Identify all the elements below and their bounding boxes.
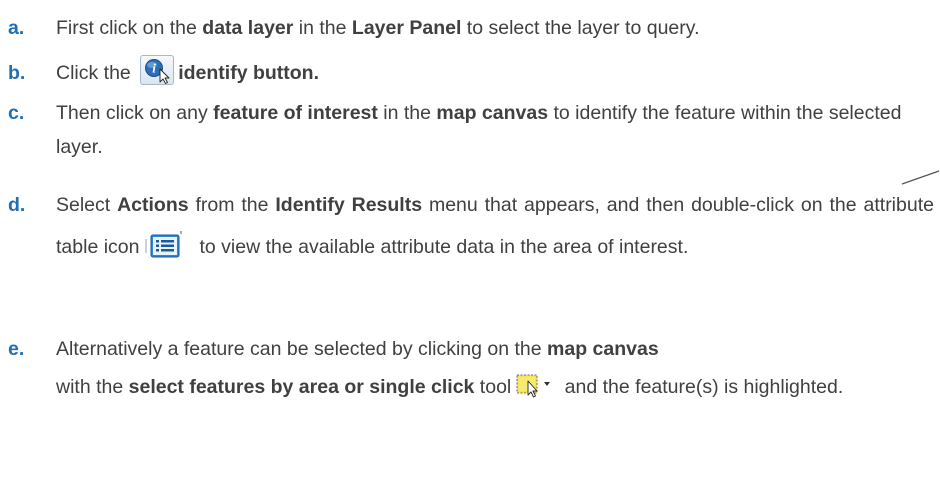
step-e-text-1: Alternatively a feature can be selected … [56,338,548,360]
step-d-text-1: Select [56,194,118,216]
step-d: d. Select Actions from the Identify Resu… [8,184,934,268]
step-e: e. Alternatively a feature can be select… [8,330,934,406]
step-e-bold-map-canvas: map canvas [547,338,659,360]
step-d-text: Select Actions from the Identify Results… [56,184,934,268]
step-b-label: b. [8,62,26,84]
step-d-bold-actions: Actions [117,194,189,216]
step-a-bold-data-layer: data layer [202,17,294,39]
step-a: a. First click on the data layer in the … [8,11,934,45]
step-e-text-2: with the [56,376,129,398]
step-b-text: Click the i identify button. [56,54,934,90]
step-c: c. Then click on any feature of interest… [8,96,934,164]
step-c-text: Then click on any feature of interest in… [56,96,934,164]
step-e-bold-select-tool: select features by area or single click [128,376,475,398]
step-e-text-4: and the feature(s) is highlighted. [559,376,844,398]
step-c-label: c. [8,102,25,124]
step-c-text-1: Then click on any [56,102,214,124]
step-c-bold-feature-of-interest: feature of interest [213,102,378,124]
step-a-bold-layer-panel: Layer Panel [351,17,462,39]
step-e-label: e. [8,338,25,360]
step-e-text-3: tool [474,376,512,398]
select-features-icon [515,371,555,399]
decorative-line [901,170,940,185]
step-a-text: First click on the data layer in the Lay… [56,11,934,45]
svg-text:i: i [152,60,156,75]
step-d-text-2: from the [188,194,276,216]
step-b-bold-identify-button: identify button. [178,62,320,84]
step-b: b. Click the i identify button. [8,54,934,90]
step-c-text-2: in the [377,102,437,124]
step-a-text-1: First click on the [56,17,203,39]
attribute-table-icon [145,230,183,261]
step-e-text: Alternatively a feature can be selected … [56,330,934,406]
step-d-text-4: to view the available attribute data in … [199,236,689,258]
step-d-bold-identify-results: Identify Results [275,194,423,216]
step-a-text-2: in the [293,17,352,39]
identify-icon: i [140,54,175,85]
step-b-text-1: Click the [56,62,137,84]
step-c-bold-map-canvas: map canvas [436,102,549,124]
step-a-label: a. [8,17,25,39]
step-d-label: d. [8,194,26,216]
step-a-text-3: to select the layer to query. [461,17,700,39]
